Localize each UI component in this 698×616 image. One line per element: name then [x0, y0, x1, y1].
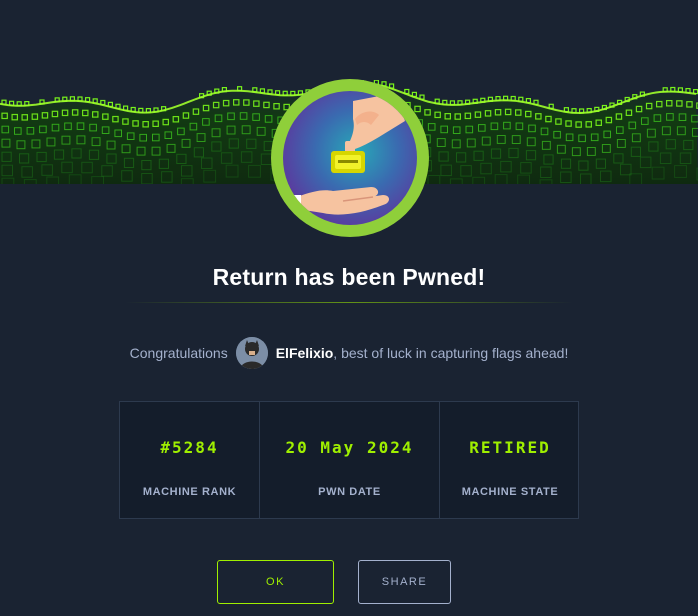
stat-machine-rank: #5284 MACHINE RANK: [120, 402, 260, 518]
stats-panel: #5284 MACHINE RANK 20 May 2024 PWN DATE …: [119, 401, 579, 519]
stat-value: #5284: [160, 438, 219, 457]
page-title: Return has been Pwned!: [212, 264, 486, 290]
congrats-prefix: Congratulations: [129, 345, 228, 361]
machine-badge: [271, 79, 429, 237]
pwned-page: Return has been Pwned! Congratulations E…: [0, 0, 698, 616]
share-button[interactable]: SHARE: [358, 560, 451, 604]
stat-value: 20 May 2024: [285, 438, 414, 457]
stat-pwn-date: 20 May 2024 PWN DATE: [260, 402, 440, 518]
congrats-suffix: , best of luck in capturing flags ahead!: [333, 345, 569, 361]
stat-label: MACHINE RANK: [142, 486, 237, 498]
congrats-line: Congratulations ElFelixio, best of luck …: [0, 337, 698, 369]
user-avatar[interactable]: [235, 337, 268, 369]
stat-label: PWN DATE: [318, 486, 381, 498]
hand-giving-ticket-icon: [283, 91, 417, 225]
stat-label: MACHINE STATE: [461, 486, 559, 498]
title-divider: [125, 302, 573, 303]
stat-machine-state: RETIRED MACHINE STATE: [440, 402, 580, 518]
ok-button[interactable]: OK: [217, 560, 334, 604]
stat-value: RETIRED: [469, 438, 551, 457]
username-link[interactable]: ElFelixio: [276, 345, 334, 361]
